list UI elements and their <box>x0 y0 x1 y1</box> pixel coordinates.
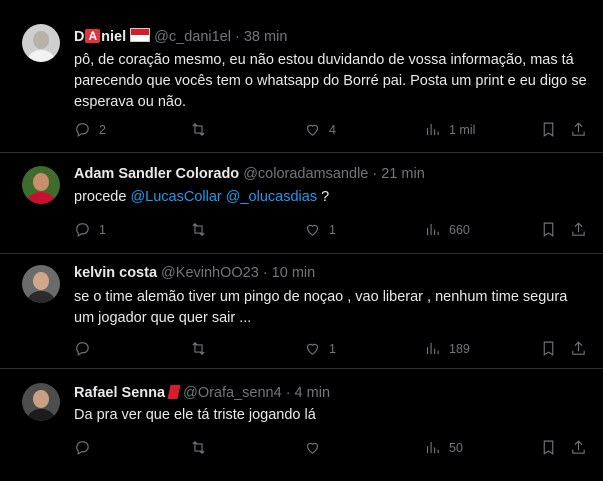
heart-icon <box>306 224 319 236</box>
tweet-text: pô, de coração mesmo, eu não estou duvid… <box>74 52 587 110</box>
view-count: 189 <box>449 341 470 356</box>
timestamp[interactable]: · 38 min <box>235 29 287 45</box>
timestamp[interactable]: · 21 min <box>372 166 424 182</box>
avatar[interactable] <box>22 24 60 62</box>
mention-link[interactable]: @LucasCollar <box>130 189 221 205</box>
reply-button[interactable] <box>74 340 99 357</box>
share-button[interactable] <box>570 439 587 456</box>
share-button[interactable] <box>570 121 587 138</box>
avatar[interactable] <box>22 383 60 421</box>
timestamp[interactable]: · 4 min <box>286 385 330 401</box>
views-chart-icon <box>426 441 439 454</box>
like-button[interactable]: 4 <box>304 121 336 138</box>
share-icon <box>572 341 585 355</box>
action-bar: 1 1 660 <box>74 221 594 239</box>
tweet-header: D Aniel @c_dani1el · 38 min <box>74 28 287 45</box>
views-button[interactable]: 189 <box>424 340 470 357</box>
tweet[interactable]: Rafael Senna @Orafa_senn4 · 4 min Da pra… <box>0 369 603 481</box>
views-chart-icon <box>426 342 439 355</box>
mention-link[interactable]: @_olucasdias <box>226 189 317 205</box>
share-icon <box>572 122 585 136</box>
handle[interactable]: @KevinhOO23 <box>161 265 259 281</box>
views-chart-icon <box>426 223 439 236</box>
reply-icon <box>76 123 89 137</box>
view-count: 50 <box>449 440 463 455</box>
reply-icon <box>76 223 89 237</box>
share-icon <box>572 222 585 236</box>
repost-icon <box>192 123 205 136</box>
tweet[interactable]: kelvin costa @KevinhOO23 · 10 min se o t… <box>0 254 603 369</box>
bookmark-button[interactable] <box>540 121 557 138</box>
reply-icon <box>76 441 89 455</box>
repost-button[interactable] <box>190 439 215 456</box>
repost-button[interactable] <box>190 121 215 138</box>
reply-button[interactable]: 1 <box>74 221 106 238</box>
view-count: 1 mil <box>449 122 476 137</box>
heart-icon <box>306 343 319 355</box>
monaco-flag-icon <box>130 28 151 42</box>
action-bar: 2 4 1 mil <box>74 121 594 139</box>
bookmark-button[interactable] <box>540 340 557 357</box>
reply-button[interactable]: 2 <box>74 121 106 138</box>
tweet-text: se o time alemão tiver um pingo de noçao… <box>74 289 568 326</box>
like-button[interactable]: 1 <box>304 340 336 357</box>
repost-icon <box>192 223 205 236</box>
views-button[interactable]: 50 <box>424 439 463 456</box>
action-bar: 1 189 <box>74 340 594 358</box>
tweet-text: Da pra ver que ele tá triste jogando lá <box>74 407 316 423</box>
share-icon <box>572 440 585 454</box>
timestamp[interactable]: · 10 min <box>263 265 315 281</box>
action-bar: 50 <box>74 439 594 457</box>
like-count: 1 <box>329 341 336 356</box>
tweet-header: kelvin costa @KevinhOO23 · 10 min <box>74 265 315 281</box>
repost-button[interactable] <box>190 221 215 238</box>
views-chart-icon <box>426 123 439 136</box>
bookmark-icon <box>543 440 554 455</box>
bookmark-icon <box>543 222 554 237</box>
views-button[interactable]: 1 mil <box>424 121 475 138</box>
like-button[interactable]: 1 <box>304 221 336 238</box>
display-name[interactable]: D Aniel <box>74 28 151 45</box>
reply-count: 2 <box>99 122 106 137</box>
reply-count: 1 <box>99 222 106 237</box>
handle[interactable]: @coloradamsandle <box>243 166 368 182</box>
tweet[interactable]: Adam Sandler Colorado @coloradamsandle ·… <box>0 153 603 254</box>
reply-button[interactable] <box>74 439 99 456</box>
repost-icon <box>192 441 205 454</box>
like-button[interactable] <box>304 439 329 456</box>
bookmark-button[interactable] <box>540 221 557 238</box>
repost-button[interactable] <box>190 340 215 357</box>
share-button[interactable] <box>570 221 587 238</box>
reply-icon <box>76 342 89 356</box>
avatar[interactable] <box>22 265 60 303</box>
handle[interactable]: @c_dani1el <box>154 29 231 45</box>
bookmark-icon <box>543 341 554 356</box>
tweet-text: procede @LucasCollar @_olucasdias ? <box>74 189 330 205</box>
view-count: 660 <box>449 222 470 237</box>
handle[interactable]: @Orafa_senn4 <box>183 385 282 401</box>
tweet[interactable]: D Aniel @c_dani1el · 38 min pô, de coraçã… <box>0 0 603 153</box>
share-button[interactable] <box>570 340 587 357</box>
bookmark-button[interactable] <box>540 439 557 456</box>
like-count: 4 <box>329 122 336 137</box>
views-button[interactable]: 660 <box>424 221 470 238</box>
like-count: 1 <box>329 222 336 237</box>
display-name[interactable]: kelvin costa <box>74 265 157 281</box>
tweet-header: Adam Sandler Colorado @coloradamsandle ·… <box>74 166 425 182</box>
tweet-header: Rafael Senna @Orafa_senn4 · 4 min <box>74 385 330 401</box>
heart-icon <box>306 442 319 454</box>
bookmark-icon <box>543 122 554 137</box>
display-name[interactable]: Adam Sandler Colorado <box>74 166 239 182</box>
red-emoji-icon <box>167 385 181 399</box>
avatar[interactable] <box>22 166 60 204</box>
heart-icon <box>306 124 319 136</box>
repost-icon <box>192 342 205 355</box>
display-name[interactable]: Rafael Senna <box>74 385 181 401</box>
